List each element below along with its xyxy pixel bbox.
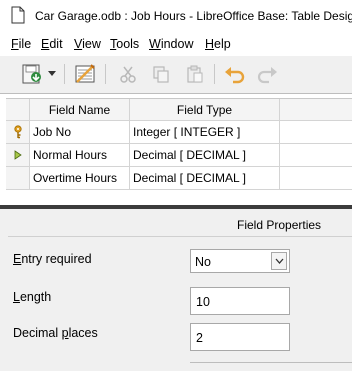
column-header-field-name[interactable]: Field Name [30,99,130,120]
paste-button[interactable] [182,61,208,87]
menu-file[interactable]: File [11,37,31,51]
field-definition-table: Field Name Field Type Job No Integer [ I… [0,93,352,205]
table-row[interactable]: Normal Hours Decimal [ DECIMAL ] [6,144,352,167]
toolbar-separator [105,64,106,84]
row-selector[interactable] [6,167,30,189]
undo-icon [225,67,245,84]
save-button[interactable] [19,61,45,87]
field-name-cell[interactable]: Job No [30,121,130,143]
toolbar-separator [214,64,215,84]
table-header-row: Field Name Field Type [6,98,352,121]
paste-icon [187,65,203,83]
save-dropdown-button[interactable] [45,61,59,87]
standard-toolbar [0,56,352,93]
field-type-cell[interactable]: Decimal [ DECIMAL ] [130,167,280,189]
dropdown-arrow-icon [48,71,56,76]
entry-required-label: Entry required [13,252,92,266]
column-header-field-type[interactable]: Field Type [130,99,280,120]
index-design-icon [75,64,95,83]
field-properties-title: Field Properties [237,218,322,232]
copy-button[interactable] [148,61,174,87]
length-label: Length [13,290,52,304]
row-header-corner [6,99,30,120]
title-bar: Car Garage.odb : Job Hours - LibreOffice… [0,0,352,32]
divider [190,362,352,363]
current-row-arrow-icon [14,150,22,160]
entry-required-dropdown-button[interactable] [271,252,287,270]
table-row[interactable]: Job No Integer [ INTEGER ] [6,121,352,144]
length-field[interactable]: 10 [190,287,290,315]
field-properties-panel: Field Properties Entry required No Lengt… [0,209,352,371]
field-type-cell[interactable]: Decimal [ DECIMAL ] [130,144,280,166]
menu-help[interactable]: Help [205,37,231,51]
copy-icon [153,66,169,83]
redo-icon [257,67,277,84]
field-name-cell[interactable]: Overtime Hours [30,167,130,189]
redo-button[interactable] [254,61,280,87]
entry-required-value: No [195,255,211,269]
chevron-down-icon [275,258,283,264]
save-icon [22,64,41,84]
menu-bar: File Edit View Tools Window Help [0,32,352,56]
menu-tools[interactable]: Tools [110,37,139,51]
field-type-cell[interactable]: Integer [ INTEGER ] [130,121,280,143]
window-title: Car Garage.odb : Job Hours - LibreOffice… [35,9,352,23]
menu-view[interactable]: View [74,37,101,51]
document-icon [11,6,25,24]
field-name-cell[interactable]: Normal Hours [30,144,130,166]
index-design-button[interactable] [72,61,98,87]
table-row[interactable]: Overtime Hours Decimal [ DECIMAL ] [6,167,352,190]
menu-window[interactable]: Window [149,37,193,51]
length-value: 10 [196,295,210,309]
cut-icon [120,66,136,83]
row-selector[interactable] [6,121,30,143]
decimal-places-value: 2 [196,331,203,345]
undo-button[interactable] [222,61,248,87]
toolbar-separator [64,64,65,84]
primary-key-icon [13,125,22,139]
menu-edit[interactable]: Edit [41,37,63,51]
divider [8,236,352,237]
cut-button[interactable] [115,61,141,87]
decimal-places-label: Decimal places [13,326,98,340]
entry-required-select[interactable]: No [190,249,290,273]
row-selector[interactable] [6,144,30,166]
decimal-places-field[interactable]: 2 [190,323,290,351]
